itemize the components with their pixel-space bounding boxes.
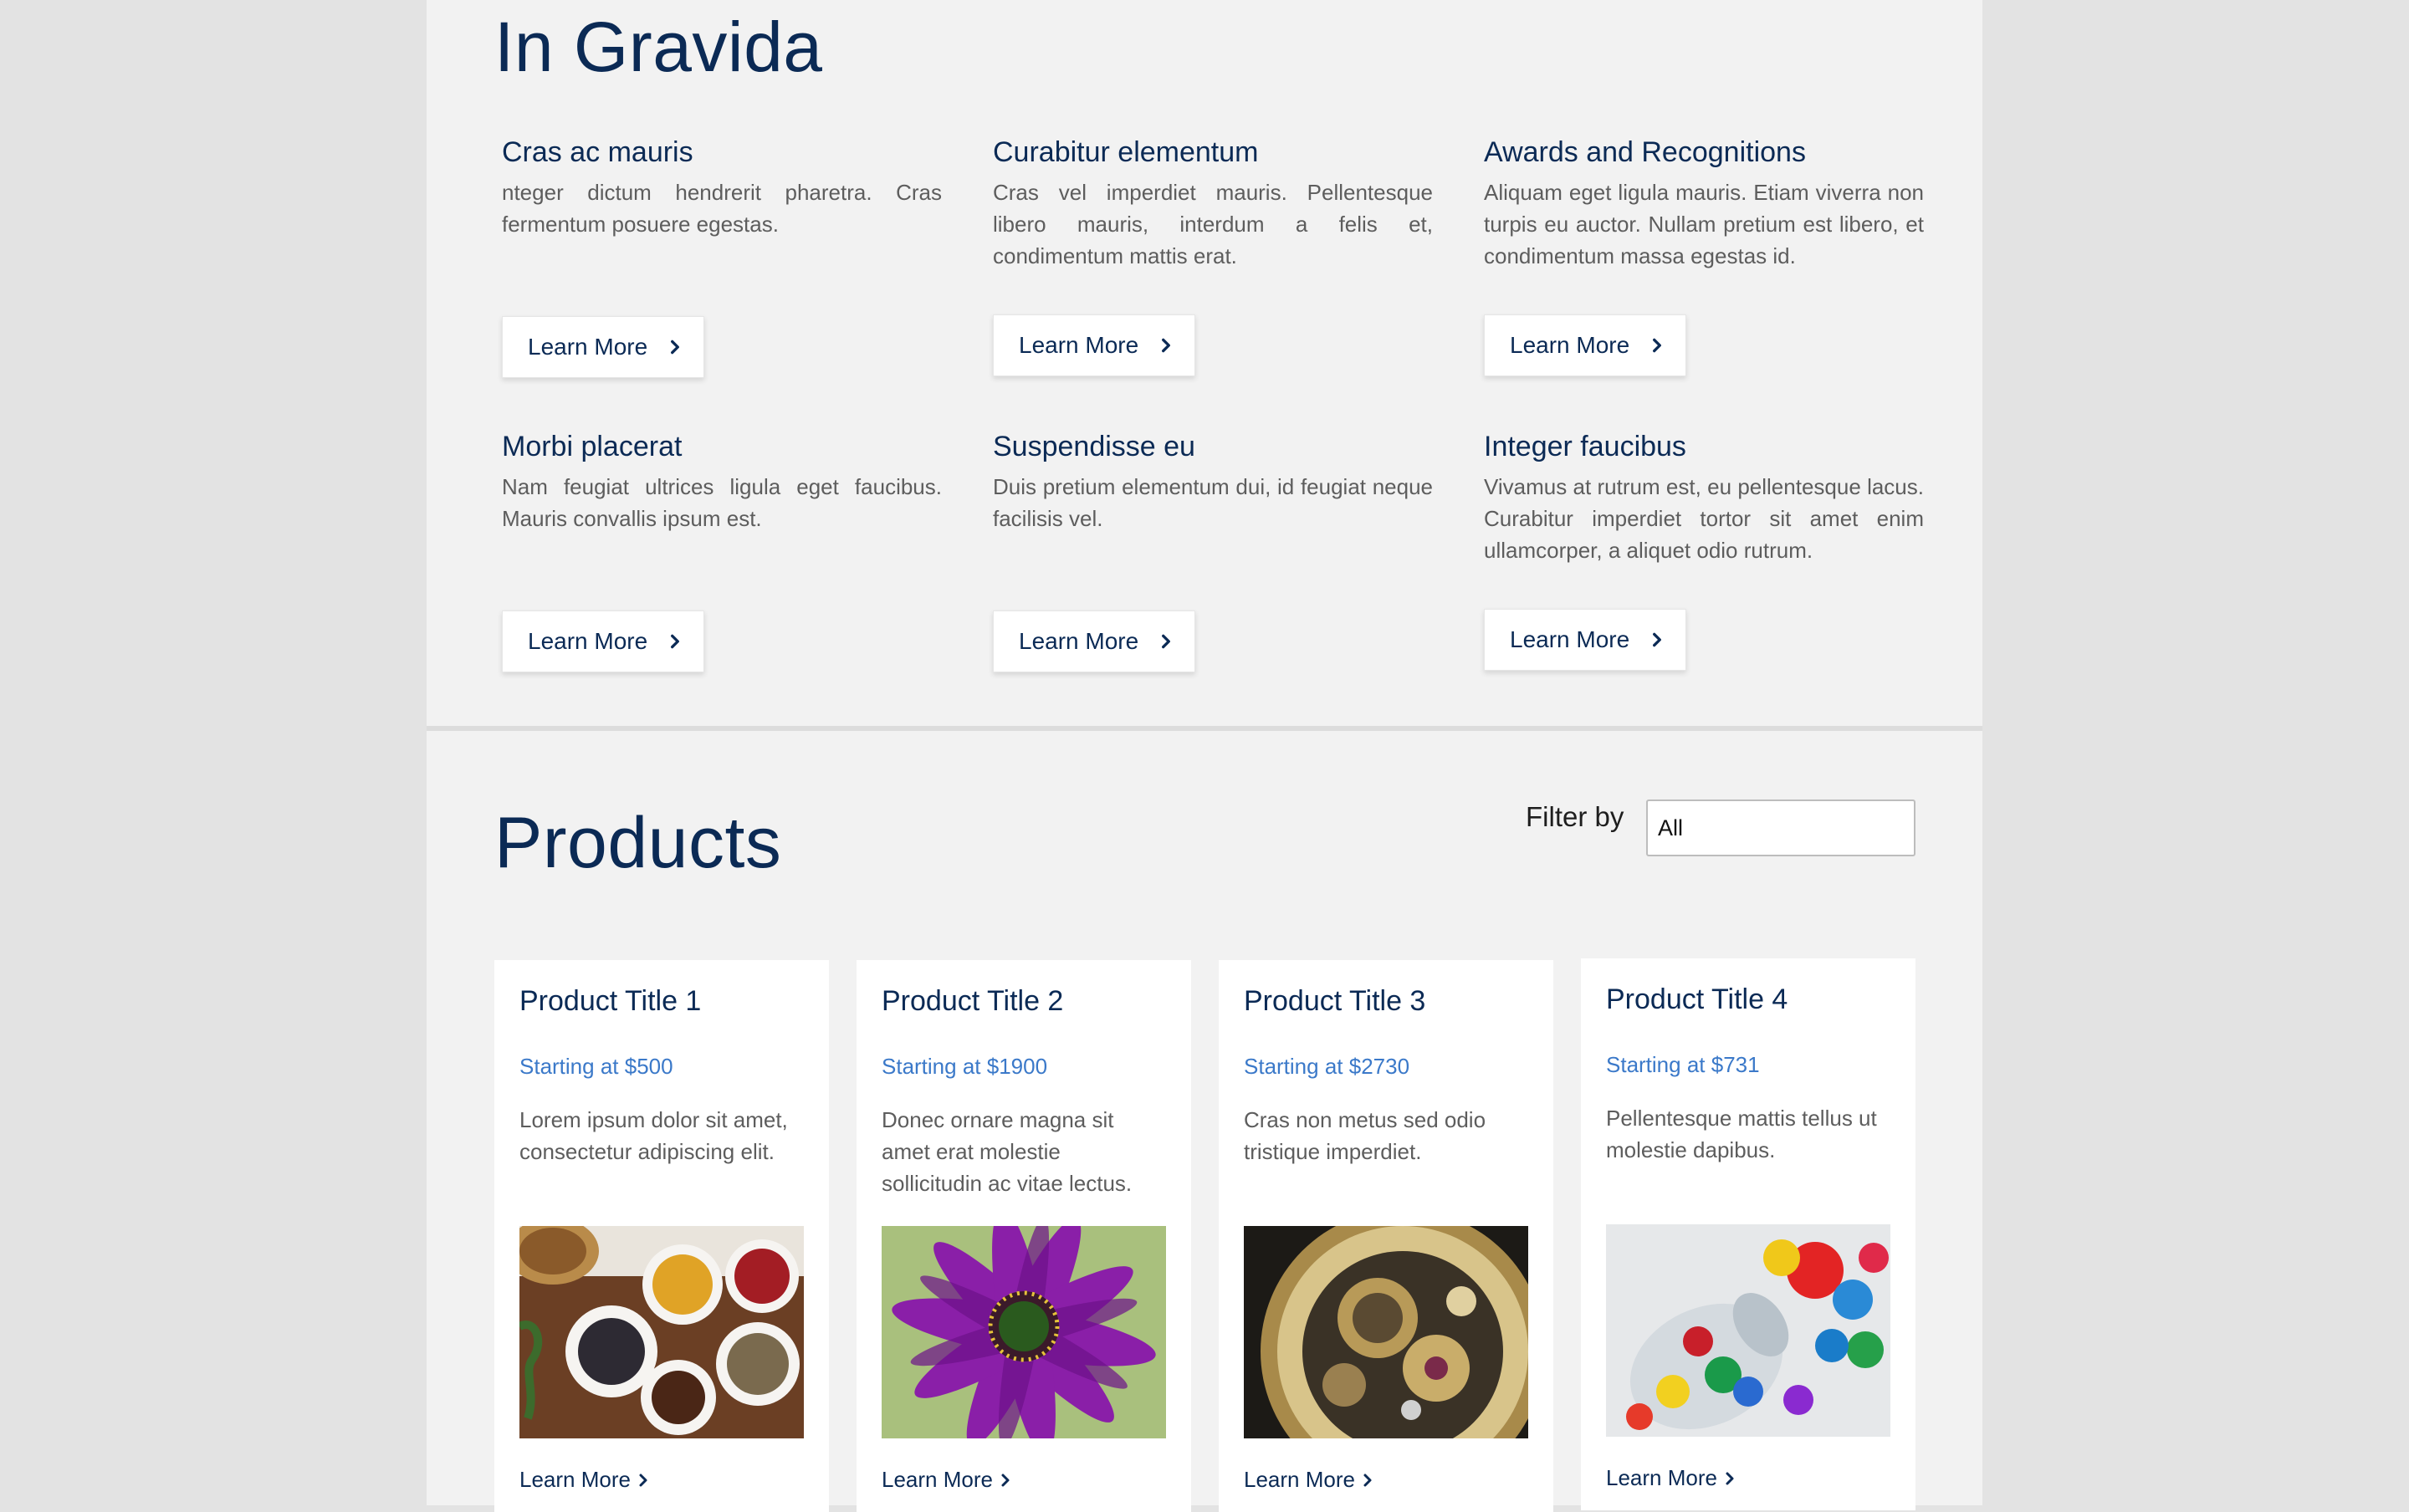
feature-title: Morbi placerat: [502, 431, 683, 462]
link-label: Learn More: [519, 1467, 631, 1492]
feature-card: Morbi placerat Nam feugiat ultrices ligu…: [502, 430, 942, 534]
product-price: Starting at $731: [1606, 1052, 1760, 1077]
product-learn-more-link[interactable]: Learn More: [882, 1467, 1013, 1493]
products-section: Products Filter by All Product Title 1 S…: [427, 731, 1982, 1512]
feature-text: Aliquam eget ligula mauris. Etiam viverr…: [1484, 179, 1924, 268]
button-label: Learn More: [1019, 332, 1139, 358]
feature-text: Duis pretium elementum dui, id feugiat n…: [993, 473, 1433, 531]
feature-card: Awards and Recognitions Aliquam eget lig…: [1484, 135, 1924, 272]
feature-card: Integer faucibus Vivamus at rutrum est, …: [1484, 430, 1924, 566]
chevron-right-icon: [1653, 338, 1662, 353]
chevron-right-icon: [1726, 1472, 1734, 1484]
feature-title: Awards and Recognitions: [1484, 136, 1806, 168]
gravida-section: In Gravida Cras ac mauris nteger dictum …: [427, 0, 1982, 728]
link-label: Learn More: [1606, 1465, 1717, 1490]
chevron-right-icon: [671, 340, 680, 355]
product-card: Product Title 4 Starting at $731 Pellent…: [1581, 958, 1915, 1510]
chevron-right-icon: [1162, 338, 1171, 353]
chevron-right-icon: [671, 634, 680, 649]
product-learn-more-link[interactable]: Learn More: [1244, 1467, 1375, 1493]
product-card: Product Title 1 Starting at $500 Lorem i…: [494, 960, 829, 1512]
chevron-right-icon: [1653, 632, 1662, 647]
learn-more-button[interactable]: Learn More: [993, 314, 1195, 376]
feature-title: Cras ac mauris: [502, 136, 693, 168]
link-label: Learn More: [882, 1467, 993, 1492]
button-label: Learn More: [1510, 626, 1630, 652]
chevron-right-icon: [1001, 1474, 1010, 1486]
product-description: Donec ornare magna sit amet erat molesti…: [882, 1107, 1133, 1196]
product-description: Lorem ipsum dolor sit amet, consectetur …: [519, 1107, 788, 1164]
product-title: Product Title 4: [1606, 983, 1788, 1015]
feature-card: Cras ac mauris nteger dictum hendrerit p…: [502, 135, 942, 240]
feature-text: nteger dictum hendrerit pharetra. Cras f…: [502, 179, 942, 237]
chevron-right-icon: [639, 1474, 647, 1486]
product-card: Product Title 2 Starting at $1900 Donec …: [857, 960, 1191, 1512]
feature-text: Nam feugiat ultrices ligula eget faucibu…: [502, 473, 942, 531]
button-label: Learn More: [1510, 332, 1630, 358]
product-price: Starting at $500: [519, 1054, 673, 1079]
feature-title: Integer faucibus: [1484, 431, 1686, 462]
filter-selected-value: All: [1658, 815, 1684, 840]
product-card: Product Title 3 Starting at $2730 Cras n…: [1219, 960, 1553, 1512]
learn-more-button[interactable]: Learn More: [502, 610, 704, 672]
learn-more-button[interactable]: Learn More: [502, 316, 704, 378]
product-price: Starting at $2730: [1244, 1054, 1410, 1079]
section-title-gravida: In Gravida: [494, 8, 823, 86]
button-label: Learn More: [528, 334, 648, 360]
product-image-marbles: [1606, 1224, 1890, 1437]
button-label: Learn More: [1019, 628, 1139, 654]
product-title: Product Title 2: [882, 985, 1064, 1017]
product-learn-more-link[interactable]: Learn More: [1606, 1465, 1737, 1491]
feature-title: Curabitur elementum: [993, 136, 1259, 168]
feature-card: Suspendisse eu Duis pretium elementum du…: [993, 430, 1433, 534]
link-label: Learn More: [1244, 1467, 1355, 1492]
section-title-products: Products: [494, 803, 782, 883]
feature-text: Cras vel imperdiet mauris. Pellentesque …: [993, 179, 1433, 268]
chevron-right-icon: [1162, 634, 1171, 649]
product-description: Cras non metus sed odio tristique imperd…: [1244, 1107, 1486, 1164]
product-image-spices: [519, 1226, 804, 1438]
product-price: Starting at $1900: [882, 1054, 1048, 1079]
filter-select[interactable]: All: [1646, 799, 1915, 856]
filter-label: Filter by: [1526, 801, 1624, 832]
product-description: Pellentesque mattis tellus ut molestie d…: [1606, 1106, 1877, 1162]
product-title: Product Title 1: [519, 985, 702, 1017]
learn-more-button[interactable]: Learn More: [993, 610, 1195, 672]
learn-more-button[interactable]: Learn More: [1484, 314, 1686, 376]
feature-card: Curabitur elementum Cras vel imperdiet m…: [993, 135, 1433, 272]
feature-title: Suspendisse eu: [993, 431, 1195, 462]
feature-text: Vivamus at rutrum est, eu pellentesque l…: [1484, 473, 1924, 563]
chevron-right-icon: [1363, 1474, 1372, 1486]
product-image-flower: [882, 1226, 1166, 1438]
page-container: In Gravida Cras ac mauris nteger dictum …: [427, 0, 1982, 1512]
product-learn-more-link[interactable]: Learn More: [519, 1467, 651, 1493]
product-image-watch: [1244, 1226, 1528, 1438]
learn-more-button[interactable]: Learn More: [1484, 609, 1686, 671]
button-label: Learn More: [528, 628, 648, 654]
product-title: Product Title 3: [1244, 985, 1426, 1017]
